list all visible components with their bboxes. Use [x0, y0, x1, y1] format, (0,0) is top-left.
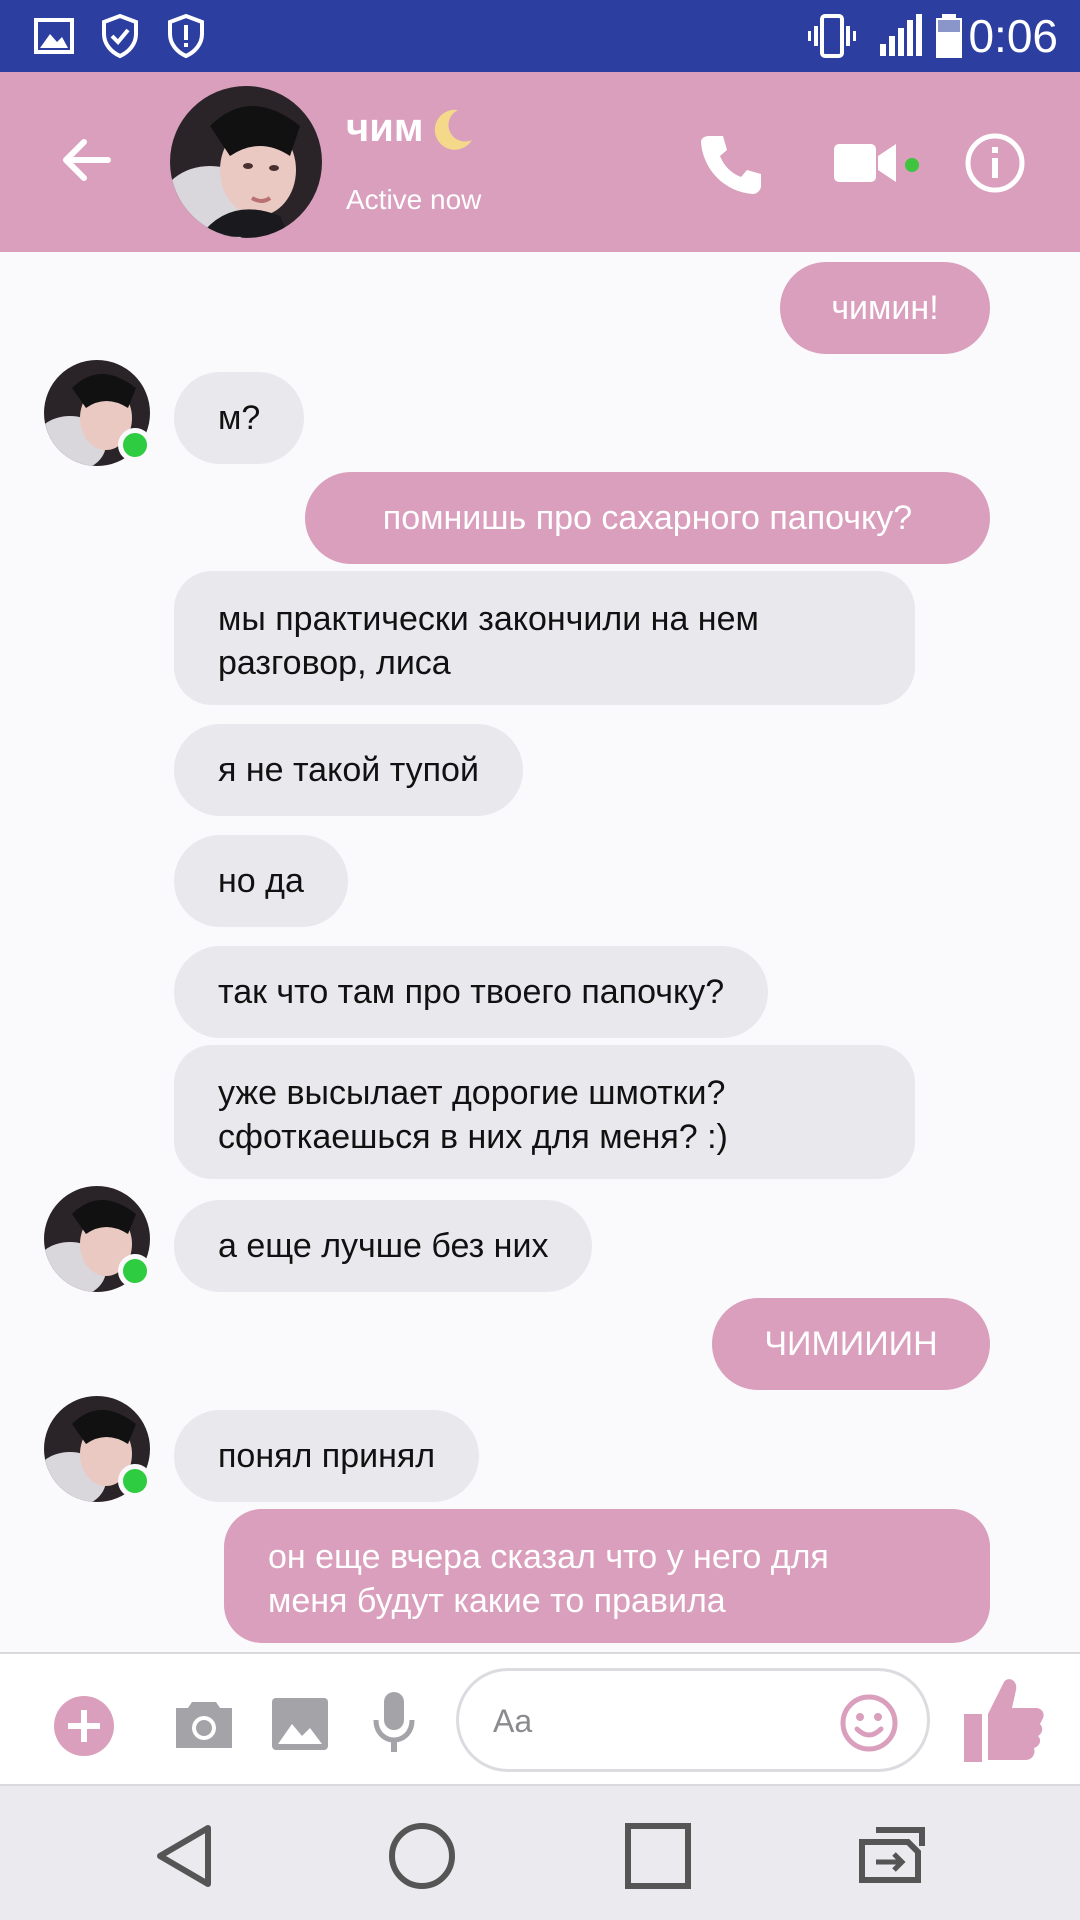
shield-alert-icon	[168, 13, 204, 59]
system-nav-bar	[0, 1786, 1080, 1920]
message-text-line: мы практически закончили на нем	[218, 600, 759, 638]
message-text: понял принял	[218, 1437, 436, 1475]
message-text-line: разговор, лиса	[218, 644, 451, 682]
contact-status: Active now	[346, 184, 482, 215]
message-text: так что там про твоего папочку?	[218, 973, 725, 1011]
message-text: а еще лучше без них	[218, 1227, 549, 1265]
message-bubble-sent[interactable]: чимин!	[780, 262, 990, 354]
status-bar: 0:06	[0, 0, 1080, 72]
message-bubble-received[interactable]: так что там про твоего папочку?	[174, 946, 769, 1038]
message-bubble-received[interactable]: уже высылает дорогие шмотки? сфоткаешься…	[174, 1045, 915, 1179]
video-active-dot	[905, 158, 919, 172]
message-bubble-received[interactable]: понял принял	[174, 1410, 480, 1502]
message-text-line: сфоткаешься в них для меня? :)	[218, 1118, 728, 1156]
clock: 0:06	[968, 10, 1058, 62]
message-bubble-received[interactable]: мы практически закончили на нем разговор…	[174, 571, 915, 705]
message-text: помнишь про сахарного папочку?	[382, 499, 913, 537]
message-text: чимин!	[831, 289, 939, 327]
message-input-placeholder: Aa	[493, 1703, 533, 1739]
message-bubble-sent[interactable]: ЧИМИИИН	[712, 1298, 990, 1390]
recents-square-icon[interactable]	[618, 1816, 698, 1896]
phone-icon[interactable]	[695, 128, 767, 200]
message-text-line: меня будут какие то правила	[268, 1582, 726, 1620]
info-icon[interactable]	[964, 132, 1026, 194]
contact-name[interactable]: чим	[346, 102, 423, 154]
message-text: ЧИМИИИН	[764, 1325, 938, 1363]
video-camera-icon[interactable]	[832, 138, 898, 188]
gallery-icon	[34, 18, 74, 54]
back-triangle-icon[interactable]	[146, 1816, 226, 1896]
message-composer: Aa	[0, 1652, 1080, 1786]
message-text-line: он еще вчера сказал что у него для	[268, 1538, 829, 1576]
message-text: но да	[218, 862, 304, 900]
signal-icon	[880, 14, 922, 56]
message-bubble-received[interactable]: но да	[174, 835, 348, 927]
back-arrow-icon[interactable]	[56, 130, 116, 190]
shield-check-icon	[102, 13, 138, 59]
message-bubble-sent[interactable]: он еще вчера сказал что у него для меня …	[224, 1509, 990, 1643]
message-bubble-sent[interactable]: помнишь про сахарного папочку?	[305, 472, 990, 564]
crescent-moon-icon	[434, 109, 472, 150]
emoji-icon[interactable]	[839, 1693, 899, 1753]
image-icon[interactable]	[270, 1696, 330, 1752]
battery-icon	[936, 14, 962, 58]
message-text: я не такой тупой	[218, 751, 479, 789]
plus-icon[interactable]	[52, 1694, 116, 1758]
chat-header: чим Active now	[0, 72, 1080, 252]
thumbs-up-icon[interactable]	[960, 1674, 1046, 1766]
home-circle-icon[interactable]	[382, 1816, 462, 1896]
message-text-line: уже высылает дорогие шмотки?	[218, 1074, 726, 1112]
online-status-dot	[118, 1254, 152, 1288]
vibrate-icon	[808, 14, 856, 58]
message-bubble-received[interactable]: м?	[174, 372, 305, 464]
message-bubble-received[interactable]: а еще лучше без них	[174, 1200, 593, 1292]
sim-switch-icon[interactable]	[852, 1816, 942, 1896]
online-status-dot	[118, 1464, 152, 1498]
camera-icon[interactable]	[172, 1696, 236, 1752]
mic-icon[interactable]	[372, 1690, 416, 1756]
message-text: м?	[218, 399, 261, 437]
online-status-dot	[118, 428, 152, 462]
message-bubble-received[interactable]: я не такой тупой	[174, 724, 523, 816]
contact-avatar[interactable]	[170, 86, 322, 238]
message-input[interactable]: Aa	[456, 1668, 930, 1772]
